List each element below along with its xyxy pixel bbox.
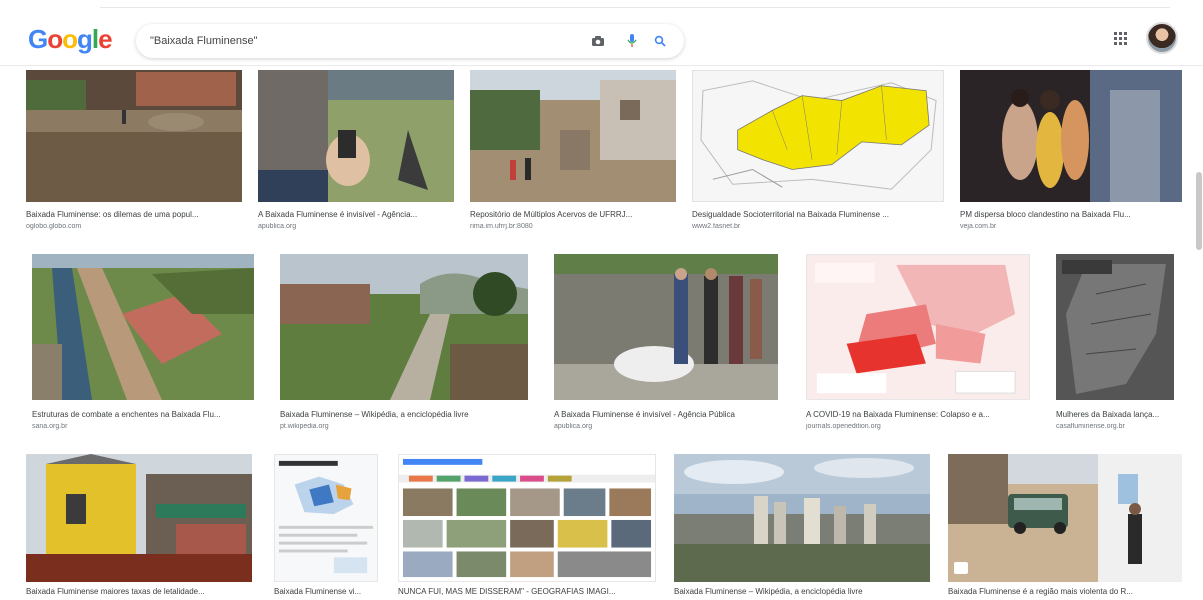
search-input[interactable] [150,32,570,50]
image-result[interactable]: Baixada Fluminense vi... [274,454,378,598]
result-title[interactable]: Baixada Fluminense: os dilemas de uma po… [26,210,242,219]
image-result[interactable]: A Baixada Fluminense é invisível - Agênc… [258,70,454,240]
result-source: pt.wikipedia.org [280,423,329,430]
logo-letter: o [62,24,78,54]
camera-icon[interactable] [590,33,606,49]
page-scrollbar[interactable] [1196,172,1202,250]
search-box[interactable] [136,24,684,58]
result-thumbnail[interactable] [692,70,944,202]
result-thumbnail[interactable] [1056,254,1174,400]
result-thumbnail[interactable] [948,454,1182,582]
logo-letter: o [47,24,63,54]
image-result[interactable]: Desigualdade Socioterritorial na Baixada… [692,70,944,240]
google-logo[interactable]: Google [28,24,113,55]
browser-top-strip [100,0,1170,8]
result-thumbnail[interactable] [398,454,656,582]
result-thumbnail[interactable] [26,70,242,202]
search-header: Google [0,14,1203,66]
image-result[interactable]: Repositório de Múltiplos Acervos de UFRR… [470,70,676,240]
logo-letter: e [98,24,113,54]
result-title[interactable]: Estruturas de combate a enchentes na Bai… [32,410,254,419]
result-title[interactable]: Baixada Fluminense – Wikipédia, a encicl… [674,587,930,596]
image-result[interactable]: A Baixada Fluminense é invisível - Agênc… [554,254,778,436]
result-thumbnail[interactable] [674,454,930,582]
result-thumbnail[interactable] [32,254,254,400]
result-source: casafluminense.org.br [1056,423,1125,430]
image-result[interactable]: Baixada Fluminense – Wikipédia, a encicl… [674,454,930,598]
result-source: veja.com.br [960,223,997,230]
logo-letter: G [28,24,48,54]
image-result[interactable]: Mulheres da Baixada lança... casaflumine… [1056,254,1174,436]
result-source: oglobo.globo.com [26,223,82,230]
result-thumbnail[interactable] [26,454,252,582]
image-result[interactable]: Baixada Fluminense: os dilemas de uma po… [26,70,242,240]
result-source: apublica.org [554,423,593,430]
image-results-grid: Baixada Fluminense: os dilemas de uma po… [0,68,1203,600]
result-source: journals.openedition.org [806,423,881,430]
result-thumbnail[interactable] [258,70,454,202]
result-source: www2.fasnet.br [692,223,741,230]
result-thumbnail[interactable] [960,70,1182,202]
result-title[interactable]: Baixada Fluminense – Wikipédia, a encicl… [280,410,528,419]
result-thumbnail[interactable] [806,254,1030,400]
image-result[interactable]: A COVID-19 na Baixada Fluminense: Colaps… [806,254,1030,436]
image-result[interactable]: NUNCA FUI, MAS ME DISSERAM" - GEOGRAFIAS… [398,454,656,598]
result-thumbnail[interactable] [554,254,778,400]
image-result[interactable]: PM dispersa bloco clandestino na Baixada… [960,70,1182,240]
result-title[interactable]: NUNCA FUI, MAS ME DISSERAM" - GEOGRAFIAS… [398,587,656,596]
search-icon[interactable] [652,33,668,49]
result-title[interactable]: Mulheres da Baixada lança... [1056,410,1174,419]
logo-letter: g [77,24,93,54]
result-title[interactable]: A Baixada Fluminense é invisível - Agênc… [554,410,778,419]
result-title[interactable]: A Baixada Fluminense é invisível - Agênc… [258,210,454,219]
image-result[interactable]: Estruturas de combate a enchentes na Bai… [32,254,254,436]
result-source: rima.im.ufrrj.br:8080 [470,223,533,230]
image-result[interactable]: Baixada Fluminense é a região mais viole… [948,454,1182,598]
microphone-icon[interactable] [624,33,640,49]
result-title[interactable]: A COVID-19 na Baixada Fluminense: Colaps… [806,410,1030,419]
result-thumbnail[interactable] [470,70,676,202]
result-title[interactable]: Desigualdade Socioterritorial na Baixada… [692,210,944,219]
result-thumbnail[interactable] [274,454,378,582]
account-avatar[interactable] [1146,22,1178,54]
result-source: sana.org.br [32,423,68,430]
image-result[interactable]: Baixada Fluminense maiores taxas de leta… [26,454,252,598]
result-source: apublica.org [258,223,297,230]
result-title[interactable]: Baixada Fluminense vi... [274,587,378,596]
result-title[interactable]: Baixada Fluminense é a região mais viole… [948,587,1182,596]
image-result[interactable]: Baixada Fluminense – Wikipédia, a encicl… [280,254,528,436]
result-title[interactable]: PM dispersa bloco clandestino na Baixada… [960,210,1182,219]
result-title[interactable]: Repositório de Múltiplos Acervos de UFRR… [470,210,676,219]
result-title[interactable]: Baixada Fluminense maiores taxas de leta… [26,587,252,596]
result-thumbnail[interactable] [280,254,528,400]
apps-grid-icon[interactable] [1112,30,1130,48]
